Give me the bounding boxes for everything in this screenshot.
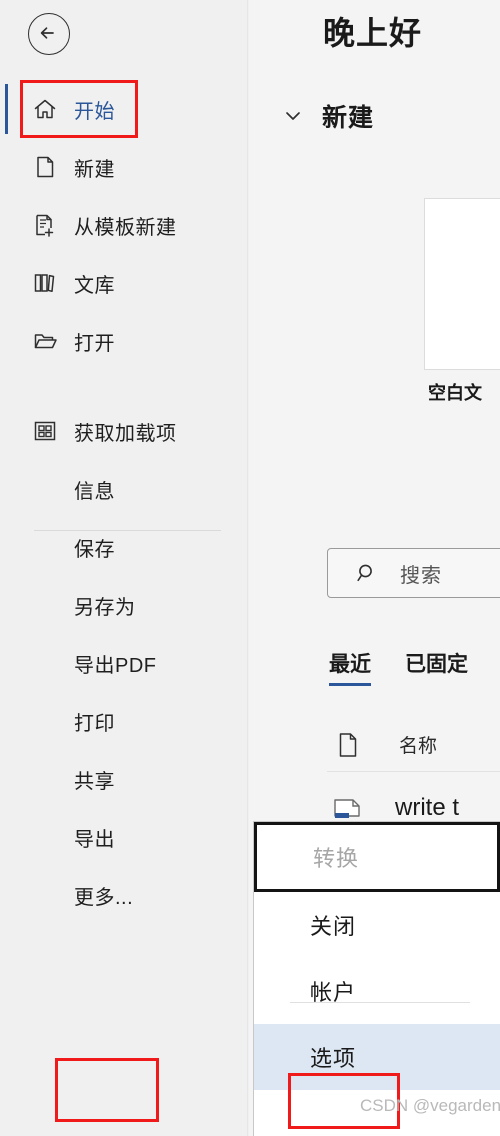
tab-label: 已固定 bbox=[405, 653, 468, 676]
sidebar-item-label: 打开 bbox=[74, 332, 115, 355]
menu-item-label: 选项 bbox=[310, 1046, 357, 1071]
sidebar-item-label: 获取加载项 bbox=[74, 422, 177, 445]
sidebar-item-label: 另存为 bbox=[74, 596, 136, 619]
sidebar-item-home[interactable]: 开始 bbox=[0, 80, 248, 138]
menu-item-close[interactable]: 关闭 bbox=[254, 892, 500, 958]
library-icon bbox=[32, 270, 58, 296]
search-placeholder: 搜索 bbox=[400, 564, 442, 587]
menu-item-options[interactable]: 选项 bbox=[254, 1024, 500, 1090]
sidebar-item-label: 共享 bbox=[74, 770, 115, 793]
sidebar-item-new-from-template[interactable]: 从模板新建 bbox=[0, 196, 248, 254]
new-document-icon bbox=[32, 154, 58, 180]
page-title: 晚上好 bbox=[323, 15, 423, 51]
arrow-left-circle-icon bbox=[29, 14, 69, 52]
addins-grid-icon bbox=[32, 418, 58, 444]
search-input[interactable]: 搜索 bbox=[327, 548, 500, 598]
back-button[interactable] bbox=[28, 13, 70, 55]
new-section-header[interactable]: 新建 bbox=[282, 98, 374, 134]
home-icon bbox=[32, 96, 58, 122]
menu-item-convert: 转换 bbox=[254, 822, 500, 892]
template-new-icon bbox=[32, 212, 58, 238]
tab-pinned[interactable]: 已固定 bbox=[405, 648, 468, 686]
sidebar-item-label: 导出PDF bbox=[74, 654, 157, 677]
word-document-icon bbox=[329, 792, 367, 824]
sidebar-item-new[interactable]: 新建 bbox=[0, 138, 248, 196]
new-section-title: 新建 bbox=[322, 104, 375, 132]
context-menu: 转换 关闭 帐户 选项 bbox=[254, 822, 500, 1136]
sidebar-item-info[interactable]: 信息 bbox=[0, 460, 248, 518]
sidebar-item-get-addins[interactable]: 获取加载项 bbox=[0, 402, 248, 460]
sidebar-item-label: 从模板新建 bbox=[74, 216, 177, 239]
menu-item-label: 帐户 bbox=[310, 980, 357, 1005]
template-blank-document-label: 空白文 bbox=[428, 383, 482, 403]
sidebar-item-more[interactable]: 更多... bbox=[0, 866, 248, 924]
sidebar-item-label: 信息 bbox=[74, 480, 115, 503]
document-icon bbox=[335, 730, 361, 760]
sidebar: 开始 新建 从模板新建 文库 打开 获取加载项 信息 保存 另存为 导出PDF … bbox=[0, 0, 248, 1136]
sidebar-item-export[interactable]: 导出 bbox=[0, 808, 248, 866]
sidebar-item-label: 导出 bbox=[74, 828, 115, 851]
search-icon bbox=[356, 562, 378, 584]
sidebar-item-label: 文库 bbox=[74, 274, 115, 297]
recent-file-name: write t bbox=[395, 794, 460, 821]
sidebar-item-save-as[interactable]: 另存为 bbox=[0, 576, 248, 634]
tab-label: 最近 bbox=[329, 653, 371, 676]
sidebar-item-label: 更多... bbox=[74, 886, 134, 909]
sidebar-nav-list: 开始 新建 从模板新建 文库 打开 获取加载项 信息 保存 另存为 导出PDF … bbox=[0, 80, 248, 924]
folder-open-icon bbox=[32, 328, 58, 354]
sidebar-item-library[interactable]: 文库 bbox=[0, 254, 248, 312]
menu-item-label: 转换 bbox=[313, 846, 360, 871]
chevron-down-icon bbox=[282, 105, 304, 127]
sidebar-item-save[interactable]: 保存 bbox=[0, 518, 248, 576]
recent-table-header: 名称 bbox=[327, 718, 500, 772]
sidebar-item-label: 保存 bbox=[74, 538, 115, 561]
sidebar-item-label: 打印 bbox=[74, 712, 115, 735]
recent-column-name: 名称 bbox=[399, 736, 438, 757]
template-blank-document-thumbnail[interactable] bbox=[424, 198, 500, 370]
recent-pinned-tabs: 最近 已固定 bbox=[329, 648, 500, 686]
sidebar-item-share[interactable]: 共享 bbox=[0, 750, 248, 808]
sidebar-item-open[interactable]: 打开 bbox=[0, 312, 248, 370]
menu-item-account[interactable]: 帐户 bbox=[254, 958, 500, 1024]
sidebar-item-label: 开始 bbox=[74, 100, 115, 123]
tab-recent[interactable]: 最近 bbox=[329, 648, 371, 686]
sidebar-item-export-pdf[interactable]: 导出PDF bbox=[0, 634, 248, 692]
sidebar-item-label: 新建 bbox=[74, 158, 115, 181]
menu-item-label: 关闭 bbox=[310, 914, 357, 939]
sidebar-item-print[interactable]: 打印 bbox=[0, 692, 248, 750]
app-root: 开始 新建 从模板新建 文库 打开 获取加载项 信息 保存 另存为 导出PDF … bbox=[0, 0, 500, 1136]
